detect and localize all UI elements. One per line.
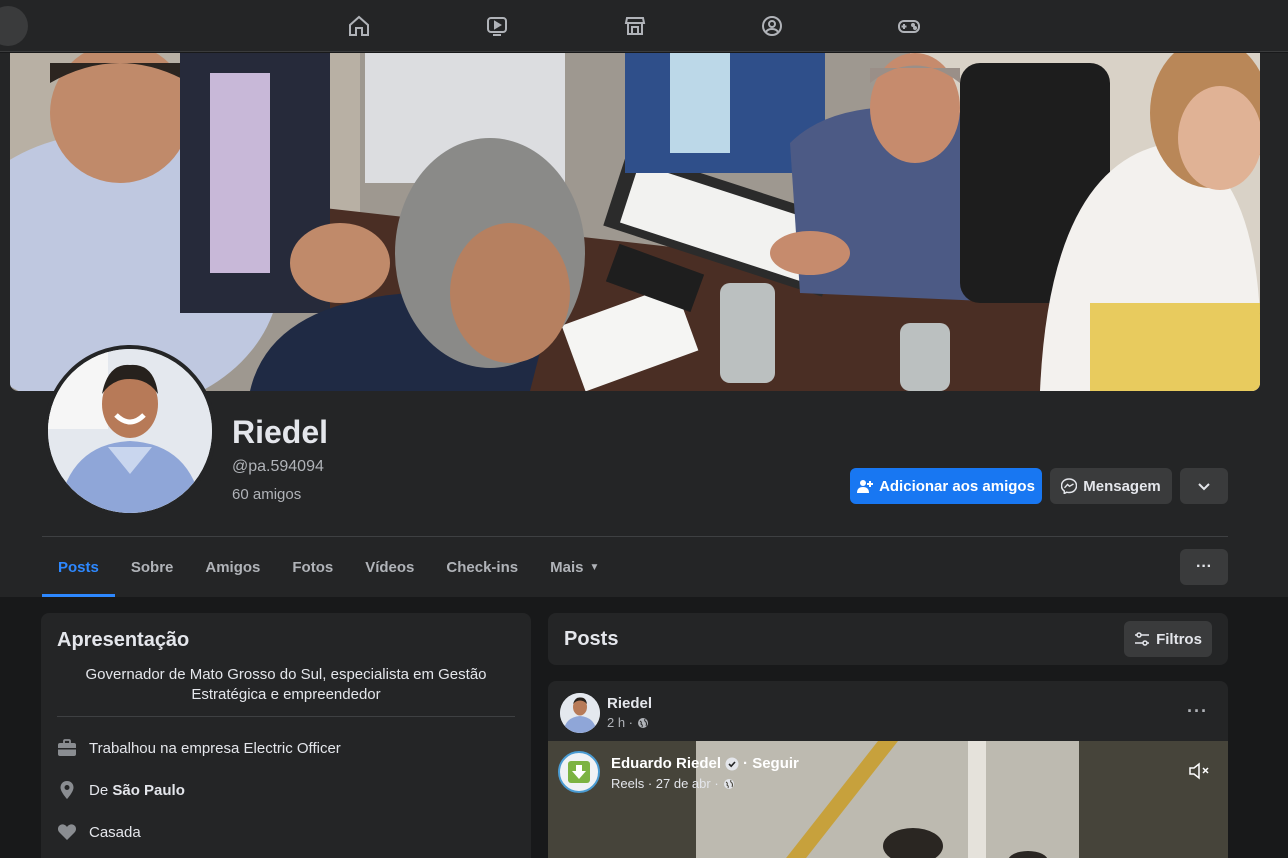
tab-label: Vídeos — [365, 558, 415, 576]
tab-label: Amigos — [205, 558, 261, 576]
post-options-icon[interactable]: ··· — [1187, 701, 1208, 722]
reel-meta: Reels · 27 de abr · — [611, 776, 735, 791]
verified-badge-icon — [725, 757, 739, 770]
post-timestamp[interactable]: 2 h · — [607, 715, 649, 730]
follow-link[interactable]: · Seguir — [743, 755, 799, 772]
cover-photo[interactable] — [10, 53, 1260, 391]
reel-author: Eduardo Riedel · Seguir — [611, 755, 799, 772]
add-friend-button[interactable]: Adicionar aos amigos — [850, 468, 1042, 504]
tab-label: Fotos — [292, 558, 334, 576]
hometown-link[interactable]: São Paulo — [112, 782, 185, 799]
reel-author-avatar[interactable] — [558, 751, 600, 793]
profile-avatar[interactable] — [44, 345, 216, 517]
groups-icon[interactable] — [756, 10, 788, 42]
work-info: Trabalhou na empresa Electric Officer — [57, 738, 341, 758]
more-dots-icon: ··· — [1196, 558, 1212, 575]
download-arrow-icon — [568, 761, 590, 783]
profile-tabs: Posts Sobre Amigos Fotos Vídeos Check-in… — [42, 537, 615, 597]
tab-friends[interactable]: Amigos — [189, 537, 276, 597]
globe-icon — [723, 778, 734, 789]
tab-label: Sobre — [130, 558, 174, 576]
posts-header: Posts Filtros — [548, 613, 1228, 665]
filters-label: Filtros — [1156, 630, 1202, 648]
post-time-text: 2 h · — [607, 715, 634, 730]
home-icon[interactable] — [343, 10, 375, 42]
post-card: Riedel 2 h · ··· Eduardo Riedel · Seguir… — [548, 681, 1228, 858]
tab-videos[interactable]: Vídeos — [349, 537, 430, 597]
hometown-prefix: De — [89, 781, 109, 799]
profile-handle: @pa.594094 — [232, 458, 324, 475]
message-label: Mensagem — [1083, 477, 1161, 495]
filter-sliders-icon — [1135, 632, 1150, 646]
tab-label: Mais — [550, 558, 584, 576]
add-friend-label: Adicionar aos amigos — [879, 477, 1035, 495]
location-pin-icon — [60, 781, 74, 799]
tab-checkins[interactable]: Check-ins — [430, 537, 534, 597]
tab-about[interactable]: Sobre — [115, 537, 190, 597]
reel-meta-text: Reels · 27 de abr · — [611, 776, 719, 791]
work-text: Trabalhou na empresa Electric Officer — [89, 739, 341, 757]
intro-bio: Governador de Mato Grosso do Sul, especi… — [85, 666, 487, 703]
shared-reel[interactable]: Eduardo Riedel · Seguir Reels · 27 de ab… — [548, 741, 1228, 858]
messenger-icon — [1061, 478, 1078, 494]
marketplace-icon[interactable] — [619, 10, 651, 42]
tab-label: Check-ins — [446, 558, 519, 576]
relationship-info: Casada — [57, 822, 141, 842]
tab-posts[interactable]: Posts — [42, 537, 115, 597]
add-friend-icon — [857, 480, 874, 493]
tab-label: Posts — [58, 558, 99, 576]
relationship-text: Casada — [89, 823, 141, 841]
tab-photos[interactable]: Fotos — [276, 537, 349, 597]
intro-divider — [57, 716, 515, 717]
hometown-info: De São Paulo — [57, 780, 185, 800]
search-button[interactable] — [0, 6, 28, 46]
chevron-down-icon — [1198, 483, 1210, 491]
friends-count[interactable]: 60 amigos — [232, 486, 301, 503]
intro-title: Apresentação — [57, 629, 190, 651]
profile-name: Riedel — [232, 414, 329, 450]
message-button[interactable]: Mensagem — [1050, 468, 1172, 504]
posts-title: Posts — [564, 628, 619, 650]
video-icon[interactable] — [481, 10, 513, 42]
reel-author-name[interactable]: Eduardo Riedel — [611, 755, 721, 772]
profile-options-button[interactable] — [1180, 468, 1228, 504]
heart-icon — [57, 824, 77, 840]
filters-button[interactable]: Filtros — [1124, 621, 1212, 657]
tab-more[interactable]: Mais ▼ — [534, 537, 615, 597]
caret-down-icon: ▼ — [589, 561, 600, 573]
top-navigation-bar — [0, 0, 1288, 52]
gaming-icon[interactable] — [893, 10, 925, 42]
tabs-more-options-button[interactable]: ··· — [1180, 549, 1228, 585]
post-author-avatar[interactable] — [560, 693, 600, 733]
post-author-name[interactable]: Riedel — [607, 695, 652, 712]
muted-speaker-icon[interactable] — [1188, 761, 1210, 781]
intro-card: Apresentação Governador de Mato Grosso d… — [41, 613, 531, 858]
briefcase-icon — [58, 739, 76, 756]
globe-icon — [638, 717, 649, 728]
